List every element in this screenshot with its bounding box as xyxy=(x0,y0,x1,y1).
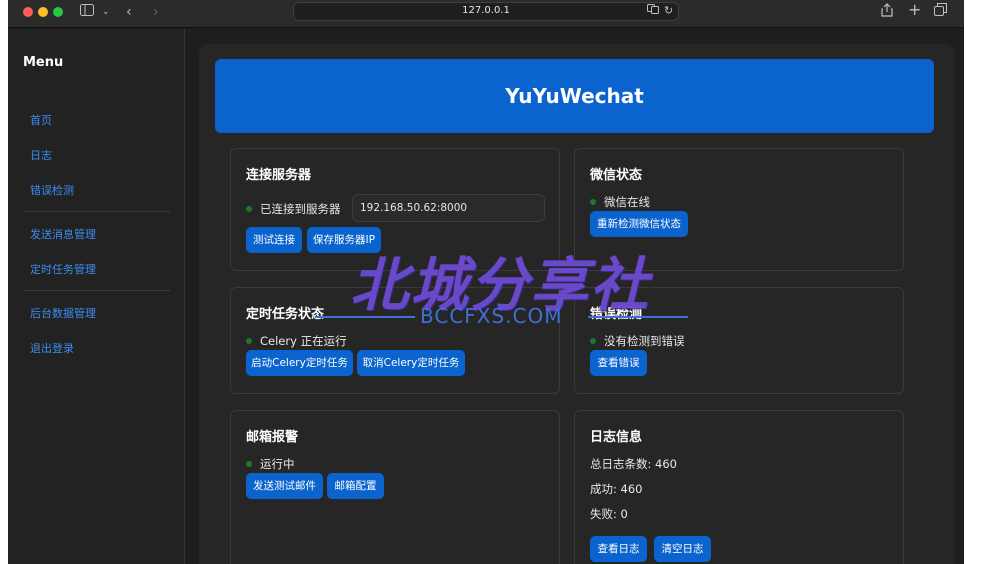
sidebar-item-logs[interactable]: 日志 xyxy=(30,147,52,163)
clear-logs-button[interactable]: 清空日志 xyxy=(654,536,711,562)
recheck-wechat-button[interactable]: 重新检测微信状态 xyxy=(590,211,688,237)
status-dot xyxy=(590,337,596,344)
log-fail: 失败: 0 xyxy=(590,507,628,521)
status-text: 运行中 xyxy=(260,457,295,471)
status-text: 没有检测到错误 xyxy=(604,334,685,348)
scheduled-task-card: 定时任务状态 Celery 正在运行 启动Celery定时任务 取消Celery… xyxy=(230,287,560,394)
email-config-button[interactable]: 邮箱配置 xyxy=(327,473,384,499)
cancel-celery-button[interactable]: 取消Celery定时任务 xyxy=(357,350,465,376)
server-status: 已连接到服务器 xyxy=(246,201,341,217)
browser-window: ⌄ ‹ › 127.0.0.1 ↻ + Menu 首页 日志 错误检测 发送消息… xyxy=(8,0,964,564)
sidebar-item-admin-data[interactable]: 后台数据管理 xyxy=(30,305,96,321)
sidebar-toggle-icon[interactable] xyxy=(80,3,94,21)
back-arrow-icon[interactable]: ‹ xyxy=(126,3,132,21)
minimize-window-button[interactable] xyxy=(38,7,48,17)
view-errors-button[interactable]: 查看错误 xyxy=(590,350,647,376)
browser-toolbar: ⌄ ‹ › 127.0.0.1 ↻ + xyxy=(8,0,964,28)
error-detection-card: 错误检测 没有检测到错误 查看错误 xyxy=(574,287,904,394)
view-logs-button[interactable]: 查看日志 xyxy=(590,536,647,562)
reload-icon[interactable]: ↻ xyxy=(664,4,673,17)
sidebar-divider xyxy=(23,290,170,291)
sidebar: Menu 首页 日志 错误检测 发送消息管理 定时任务管理 后台数据管理 退出登… xyxy=(8,29,185,564)
card-title: 邮箱报警 xyxy=(246,430,299,445)
zoom-window-button[interactable] xyxy=(53,7,63,17)
wechat-status-card: 微信状态 微信在线 重新检测微信状态 xyxy=(574,148,904,271)
sidebar-divider xyxy=(23,211,170,212)
start-celery-button[interactable]: 启动Celery定时任务 xyxy=(246,350,353,376)
sidebar-item-error-detection[interactable]: 错误检测 xyxy=(30,182,74,198)
log-info-card: 日志信息 总日志条数: 460 成功: 460 失败: 0 查看日志 清空日志 xyxy=(574,410,904,564)
status-dot xyxy=(590,198,596,205)
mail-status: 运行中 xyxy=(246,456,295,472)
log-total: 总日志条数: 460 xyxy=(590,457,677,471)
translate-icon[interactable] xyxy=(647,4,659,17)
tab-overview-icon[interactable] xyxy=(934,3,947,21)
log-success: 成功: 460 xyxy=(590,482,643,496)
header-banner: YuYuWechat xyxy=(215,59,934,133)
celery-status: Celery 正在运行 xyxy=(246,333,347,349)
card-title: 定时任务状态 xyxy=(246,307,325,322)
card-title: 错误检测 xyxy=(590,307,643,322)
share-icon[interactable] xyxy=(881,3,893,22)
email-alert-card: 邮箱报警 运行中 发送测试邮件 邮箱配置 xyxy=(230,410,560,564)
wechat-status: 微信在线 xyxy=(590,194,650,210)
chevron-down-icon[interactable]: ⌄ xyxy=(102,3,110,21)
main-content: YuYuWechat 连接服务器 已连接到服务器 测试连接 保存服务器IP 微信… xyxy=(199,44,954,564)
address-bar[interactable]: 127.0.0.1 ↻ xyxy=(293,2,679,21)
close-window-button[interactable] xyxy=(23,7,33,17)
card-title: 微信状态 xyxy=(590,168,643,183)
sidebar-item-message-management[interactable]: 发送消息管理 xyxy=(30,226,96,242)
new-tab-icon[interactable]: + xyxy=(908,1,921,19)
server-address-input[interactable] xyxy=(352,194,545,222)
sidebar-item-task-management[interactable]: 定时任务管理 xyxy=(30,261,96,277)
status-text: Celery 正在运行 xyxy=(260,334,347,348)
status-dot xyxy=(246,460,252,467)
status-text: 微信在线 xyxy=(604,195,650,209)
status-dot xyxy=(246,337,252,344)
sidebar-item-logout[interactable]: 退出登录 xyxy=(30,340,74,356)
forward-arrow-icon[interactable]: › xyxy=(153,3,159,21)
sidebar-item-home[interactable]: 首页 xyxy=(30,112,52,128)
app-title: YuYuWechat xyxy=(505,84,644,108)
menu-title: Menu xyxy=(23,55,64,70)
test-connection-button[interactable]: 测试连接 xyxy=(246,227,302,253)
status-text: 已连接到服务器 xyxy=(260,202,341,216)
url-text: 127.0.0.1 xyxy=(462,5,510,16)
card-title: 连接服务器 xyxy=(246,168,312,183)
send-test-email-button[interactable]: 发送测试邮件 xyxy=(246,473,323,499)
card-title: 日志信息 xyxy=(590,430,643,445)
save-server-ip-button[interactable]: 保存服务器IP xyxy=(307,227,381,253)
status-dot xyxy=(246,205,252,212)
server-connection-card: 连接服务器 已连接到服务器 测试连接 保存服务器IP xyxy=(230,148,560,271)
error-status: 没有检测到错误 xyxy=(590,333,685,349)
